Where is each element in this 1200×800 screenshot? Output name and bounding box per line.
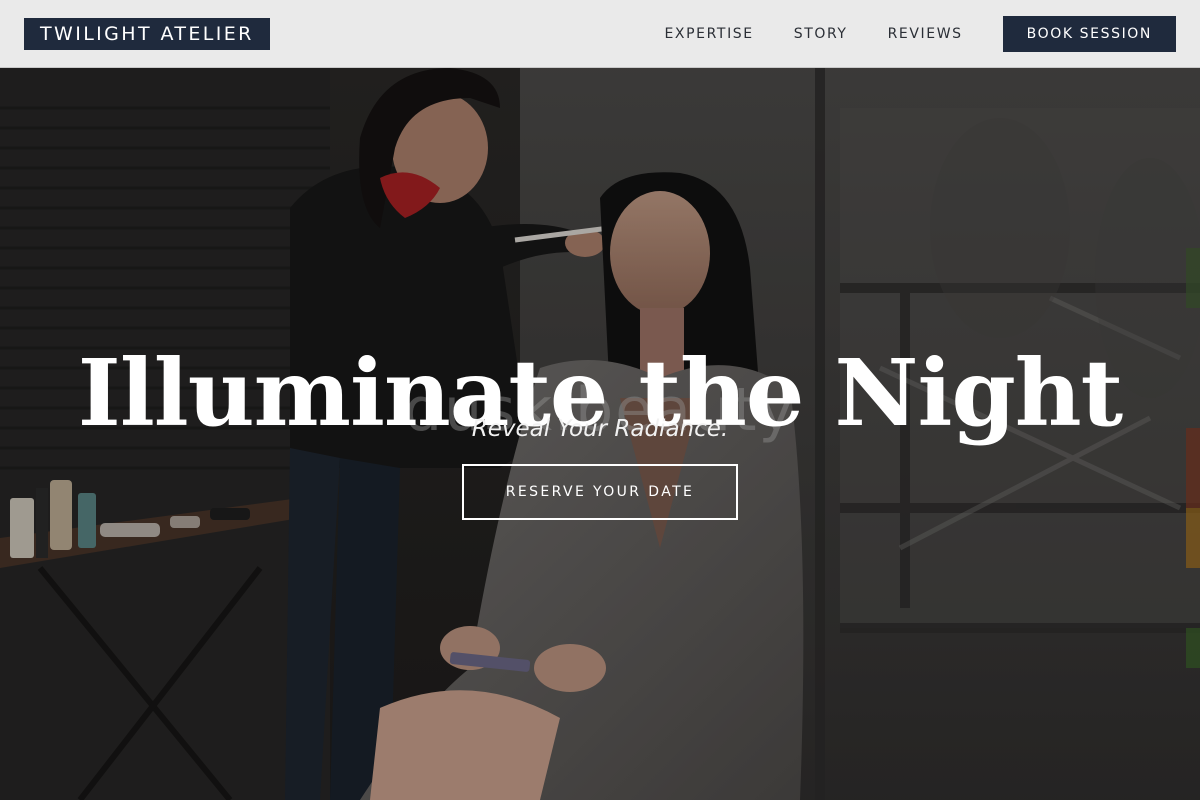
book-session-button[interactable]: BOOK SESSION (1002, 16, 1176, 52)
nav-link-story[interactable]: STORY (794, 26, 848, 42)
brand-logo[interactable]: TWILIGHT ATELIER (24, 18, 270, 50)
nav-link-expertise[interactable]: EXPERTISE (664, 26, 753, 42)
nav-link-reviews[interactable]: REVIEWS (888, 26, 963, 42)
nav-links: EXPERTISE STORY REVIEWS BOOK SESSION (664, 16, 1176, 52)
hero-tagline: Reveal Your Radiance. (471, 416, 729, 442)
top-navigation-bar: TWILIGHT ATELIER EXPERTISE STORY REVIEWS… (0, 0, 1200, 68)
reserve-date-button[interactable]: RESERVE YOUR DATE (462, 464, 738, 520)
landing-page: TWILIGHT ATELIER EXPERTISE STORY REVIEWS… (0, 0, 1200, 800)
hero-content: dusk.beauty Illuminate the Night Reveal … (0, 68, 1200, 800)
